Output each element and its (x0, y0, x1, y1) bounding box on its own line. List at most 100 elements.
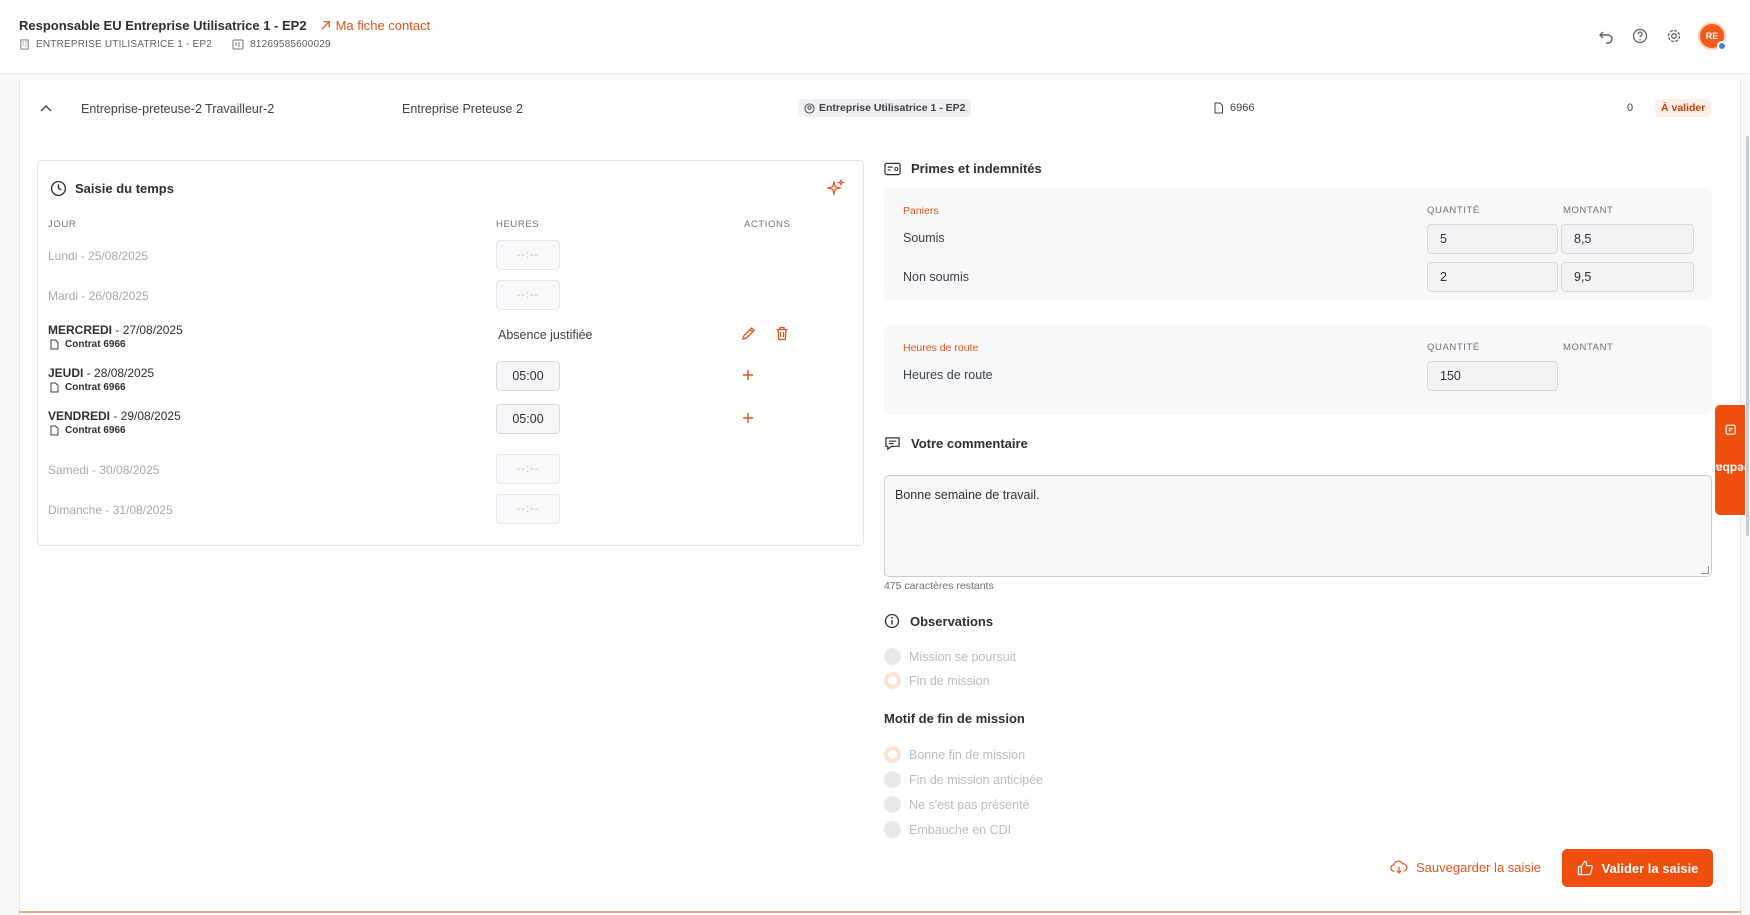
paniers-soumis-qty[interactable]: 5 (1427, 224, 1558, 254)
arrow-up-right-icon (320, 21, 330, 30)
time-entry-title-text: Saisie du temps (75, 181, 174, 196)
delete-button[interactable] (772, 323, 792, 343)
qty-header: QUANTITÉ (1427, 342, 1480, 353)
day-row-mardi: Mardi - 26/08/2025 --:-- (38, 277, 863, 317)
motif-option-cdi[interactable]: Embauche en CDI (884, 821, 1011, 838)
radio-button-selected[interactable] (884, 672, 901, 689)
hours-input[interactable]: --:-- (496, 494, 560, 524)
comment-textarea[interactable]: Bonne semaine de travail. (884, 475, 1712, 577)
status-badge: À valider (1655, 99, 1712, 117)
paniers-box: Paniers QUANTITÉ MONTANT Soumis 5 8,5 No… (884, 188, 1712, 300)
avatar[interactable]: RE (1698, 22, 1727, 51)
company-info: ENTREPRISE UTILISATRICE 1 - EP2 81269585… (19, 39, 331, 50)
day-row-dimanche: Dimanche - 31/08/2025 --:-- (38, 491, 863, 531)
route-category: Heures de route (903, 342, 979, 354)
worker-row[interactable]: Entreprise-preteuse-2 Travailleur-2 Entr… (20, 98, 1742, 124)
day-row-lundi: Lundi - 25/08/2025 --:-- (38, 237, 863, 277)
sparkles-icon (825, 178, 846, 197)
plus-icon (743, 370, 753, 380)
settings-button[interactable] (1664, 26, 1684, 46)
route-qty[interactable]: 150 (1427, 361, 1558, 391)
chevron-up-icon[interactable] (38, 101, 54, 117)
help-button[interactable] (1630, 26, 1650, 46)
radio-button[interactable] (884, 648, 901, 665)
day-contract: Contrat 6966 (50, 382, 126, 393)
hours-input[interactable]: --:-- (496, 240, 560, 270)
radio-button[interactable] (884, 821, 901, 838)
document-icon (50, 382, 59, 393)
paniers-category: Paniers (903, 205, 939, 217)
day-contract: Contrat 6966 (50, 425, 126, 436)
row-count: 0 (1627, 102, 1634, 114)
col-actions-header: ACTIONS (744, 219, 791, 230)
day-row-jeudi: JEUDI - 28/08/2025 Contrat 6966 05:00 (38, 361, 863, 404)
obs-option-end[interactable]: Fin de mission (884, 672, 990, 689)
company-name: ENTREPRISE UTILISATRICE 1 - EP2 (36, 39, 213, 50)
add-entry-button[interactable] (738, 408, 758, 428)
comment-value: Bonne semaine de travail. (895, 488, 1040, 502)
time-entry-panel: Saisie du temps JOUR HEURES ACTIONS Lund… (37, 160, 864, 546)
gear-icon (1667, 29, 1681, 43)
day-row-samedi: Samedi - 30/08/2025 --:-- (38, 451, 863, 491)
obs-option-continue[interactable]: Mission se poursuit (884, 648, 1016, 665)
paniers-label-non-soumis: Non soumis (903, 270, 969, 284)
comment-title: Votre commentaire (884, 436, 1028, 451)
pencil-icon (741, 326, 755, 340)
chars-remaining: 475 caractères restants (884, 580, 994, 592)
scrollbar[interactable] (1746, 136, 1749, 536)
motif-option-good-end[interactable]: Bonne fin de mission (884, 746, 1025, 763)
message-icon (885, 437, 900, 451)
autofill-button[interactable] (825, 178, 846, 202)
validate-button[interactable]: Valider la saisie (1562, 849, 1713, 887)
top-bar: Responsable EU Entreprise Utilisatrice 1… (0, 0, 1750, 74)
paniers-soumis-amount[interactable]: 8,5 (1561, 224, 1694, 254)
day-contract: Contrat 6966 (50, 339, 126, 350)
feedback-label: Feedback (1702, 461, 1750, 476)
paniers-non-soumis-qty[interactable]: 2 (1427, 262, 1558, 292)
undo-button[interactable] (1596, 26, 1616, 46)
radio-button[interactable] (884, 771, 901, 788)
hours-input[interactable]: 05:00 (496, 404, 560, 434)
ticket-icon (884, 162, 901, 175)
help-icon (1632, 28, 1648, 44)
edit-button[interactable] (738, 323, 758, 343)
day-row-mercredi: MERCREDI - 27/08/2025 Contrat 6966 Absen… (38, 321, 863, 361)
lender-name: Entreprise Preteuse 2 (402, 102, 523, 116)
radio-button-selected[interactable] (884, 746, 901, 763)
paniers-label-soumis: Soumis (903, 231, 945, 245)
contact-link[interactable]: Ma fiche contact (319, 18, 431, 33)
time-entry-title: Saisie du temps (50, 180, 174, 197)
contract-number: 6966 (1230, 102, 1255, 114)
info-icon (884, 613, 900, 629)
day-label: MERCREDI - 27/08/2025 (48, 323, 183, 337)
add-entry-button[interactable] (738, 365, 758, 385)
document-icon (50, 425, 59, 436)
resize-handle[interactable] (1701, 566, 1709, 574)
thumbs-up-icon (1577, 860, 1593, 876)
day-label: JEUDI - 28/08/2025 (48, 366, 155, 380)
feedback-tab[interactable]: Feedback (1702, 405, 1750, 515)
contract-ref: 6966 (1213, 102, 1254, 114)
day-label: Mardi - 26/08/2025 (48, 289, 149, 303)
hours-input[interactable]: --:-- (496, 454, 560, 484)
document-icon (1214, 102, 1223, 114)
day-label: VENDREDI - 29/08/2025 (48, 409, 181, 423)
radio-button[interactable] (884, 796, 901, 813)
document-icon (50, 339, 59, 350)
timesheet-card: Entreprise-preteuse-2 Travailleur-2 Entr… (19, 80, 1741, 915)
motif-option-early-end[interactable]: Fin de mission anticipée (884, 771, 1043, 788)
id-card-icon (232, 39, 244, 50)
card-bottom-border (19, 911, 1741, 913)
validate-button-label: Valider la saisie (1601, 860, 1699, 876)
day-label: Samedi - 30/08/2025 (48, 463, 160, 477)
save-button[interactable]: Sauvegarder la saisie (1390, 860, 1541, 875)
paniers-non-soumis-amount[interactable]: 9,5 (1561, 262, 1694, 292)
plus-icon (743, 413, 753, 423)
hours-input[interactable]: --:-- (496, 280, 560, 310)
day-label: Dimanche - 31/08/2025 (48, 503, 173, 517)
motif-option-no-show[interactable]: Ne s'est pas présenté (884, 796, 1030, 813)
contact-link-label: Ma fiche contact (335, 18, 431, 33)
col-hours-header: HEURES (496, 219, 540, 230)
amount-header: MONTANT (1563, 342, 1614, 353)
hours-input[interactable]: 05:00 (496, 361, 560, 391)
